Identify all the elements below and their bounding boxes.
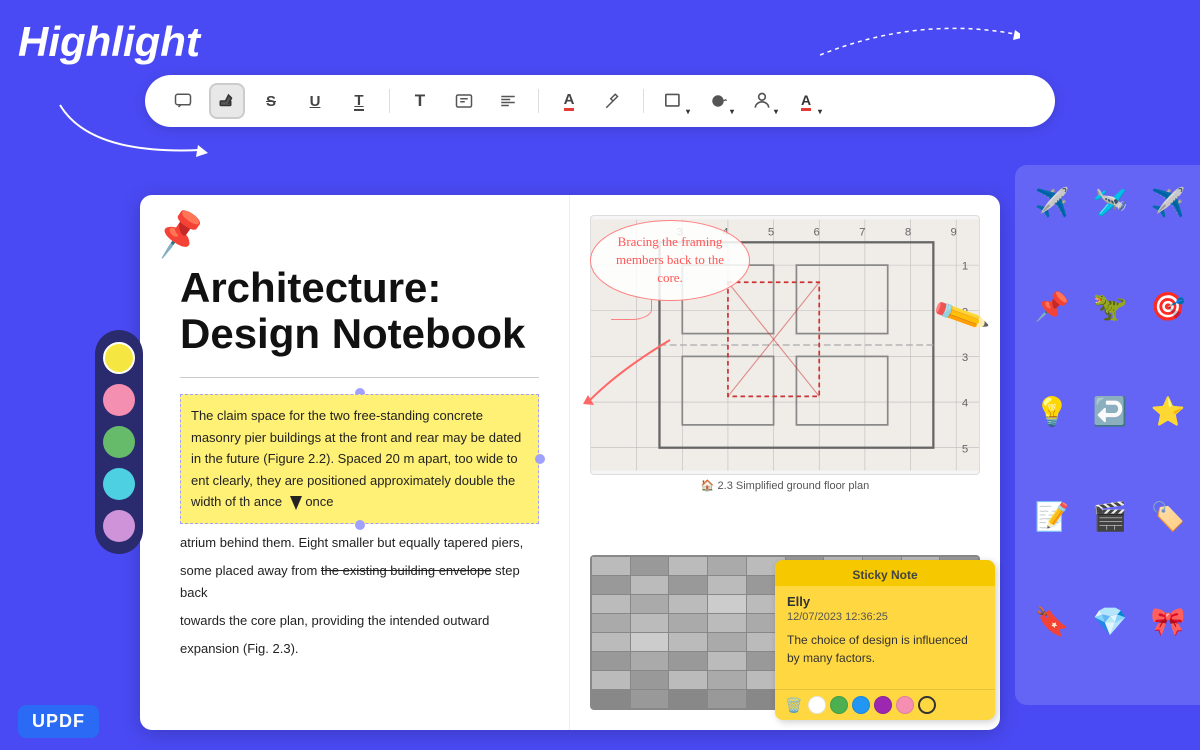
sticky-note-content[interactable]: The choice of design is influenced by ma… [787,631,983,681]
sticker-ribbon[interactable]: 🎀 [1143,596,1193,646]
shapes-arrow: ▾ [686,107,690,116]
highlight-label: Highlight [18,18,200,66]
doc-text-4: expansion (Fig. 2.3). [180,638,539,660]
color-yellow[interactable] [103,342,135,374]
sticker-gem[interactable]: 💎 [1085,596,1135,646]
handle-right[interactable] [535,454,545,464]
toolbar-underline2[interactable]: T [341,83,377,119]
stickers-panel: ✈️ 🛩️ ✈️ 📌 🦖 🎯 💡 ↩️ ⭐ 📝 🎬 🏷️ 🔖 💎 🎀 [1015,165,1200,705]
pin-sticker: 📌 [151,206,208,261]
pen-color-arrow: ▾ [818,107,822,116]
toolbar-font-color[interactable]: A [551,83,587,119]
toolbar-pen[interactable] [595,83,631,119]
highlight-arrow [30,95,260,165]
doc-text-3: towards the core plan, providing the int… [180,610,539,632]
stickers-label: Stickers [867,85,1015,128]
sticker-plane3[interactable]: ✈️ [1143,177,1193,227]
sticky-note-footer: 🗑️ [775,689,995,720]
toolbar-fill[interactable]: ▾ [700,83,736,119]
svg-text:5: 5 [962,443,968,455]
divider-2 [538,89,539,113]
speech-bubble: Bracing the framing members back to the … [590,220,750,301]
toolbar-text-box[interactable] [446,83,482,119]
doc-text-1: atrium behind them. Eight smaller but eq… [180,532,539,554]
sticker-clap[interactable]: 🎬 [1085,491,1135,541]
sticker-bulb[interactable]: 💡 [1027,387,1077,437]
svg-text:7: 7 [859,226,865,238]
font-color-icon: A [564,91,575,111]
sticky-note: Sticky Note Elly 12/07/2023 12:36:25 The… [775,560,995,720]
doc-left-panel: Architecture: Design Notebook The claim … [140,195,570,730]
toolbar-person[interactable]: ▾ [744,83,780,119]
divider-3 [643,89,644,113]
toolbar-underline[interactable]: U [297,83,333,119]
sticky-note-body: Elly 12/07/2023 12:36:25 The choice of d… [775,586,995,689]
color-palette [95,330,143,554]
doc-text-2: some placed away from the existing build… [180,560,539,604]
sticker-arrow-turn[interactable]: ↩️ [1085,387,1135,437]
toolbar-text[interactable]: T [402,83,438,119]
handle-bottom[interactable] [355,520,365,530]
highlighted-text: The claim space for the two free-standin… [180,394,539,523]
toolbar-shapes[interactable]: ▾ [656,83,692,119]
sticker-plane1[interactable]: ✈️ [1027,177,1077,227]
strikethrough-text: the existing building envelope [321,563,492,578]
sticky-note-delete[interactable]: 🗑️ [785,697,802,714]
sticky-color-white[interactable] [808,696,826,714]
text-icon: T [415,91,425,111]
fill-arrow: ▾ [730,107,734,116]
sticky-color-purple[interactable] [874,696,892,714]
toolbar-pen-color[interactable]: A ▾ [788,83,824,119]
person-arrow: ▾ [774,107,778,116]
updf-logo: UPDF [18,705,99,738]
doc-divider [180,377,539,378]
floor-plan-caption: 🏠 2.3 Simplified ground floor plan [590,479,980,492]
highlight-region: The claim space for the two free-standin… [180,394,539,523]
svg-text:4: 4 [962,398,969,410]
sticker-star[interactable]: ⭐ [1143,387,1193,437]
color-pink[interactable] [103,384,135,416]
sticker-target[interactable]: 🎯 [1143,282,1193,332]
sticky-note-colors [808,696,936,714]
strikethrough-icon: S [266,93,276,110]
color-cyan[interactable] [103,468,135,500]
underline2-icon: T [354,92,363,111]
toolbar-align[interactable] [490,83,526,119]
sticker-pin[interactable]: 📌 [1027,282,1077,332]
divider-1 [389,89,390,113]
svg-text:5: 5 [768,226,774,238]
sticky-note-author: Elly [787,594,983,609]
text-cursor [290,496,302,510]
color-green[interactable] [103,426,135,458]
sticky-color-blue[interactable] [852,696,870,714]
sticky-note-date: 12/07/2023 12:36:25 [787,611,983,623]
sticky-note-title: Sticky Note [787,568,983,582]
sticker-label[interactable]: 🔖 [1027,596,1077,646]
sticker-tag[interactable]: 🏷️ [1143,491,1193,541]
svg-text:8: 8 [905,226,911,238]
sticky-note-header: Sticky Note [775,560,995,586]
sticky-color-green[interactable] [830,696,848,714]
svg-text:6: 6 [814,226,820,238]
deco-curve [820,15,1020,75]
sticker-pencil[interactable]: 📝 [1027,491,1077,541]
color-lavender[interactable] [103,510,135,542]
svg-text:1: 1 [962,261,968,273]
sticker-dino[interactable]: 🦖 [1085,282,1135,332]
sticky-color-pink[interactable] [896,696,914,714]
svg-text:9: 9 [950,226,956,238]
sticky-color-yellow[interactable] [918,696,936,714]
pen-color-icon: A [801,92,811,111]
sticker-plane2[interactable]: 🛩️ [1085,177,1135,227]
doc-title: Architecture: Design Notebook [180,265,539,357]
underline-icon: U [310,93,321,110]
svg-text:3: 3 [962,352,968,364]
